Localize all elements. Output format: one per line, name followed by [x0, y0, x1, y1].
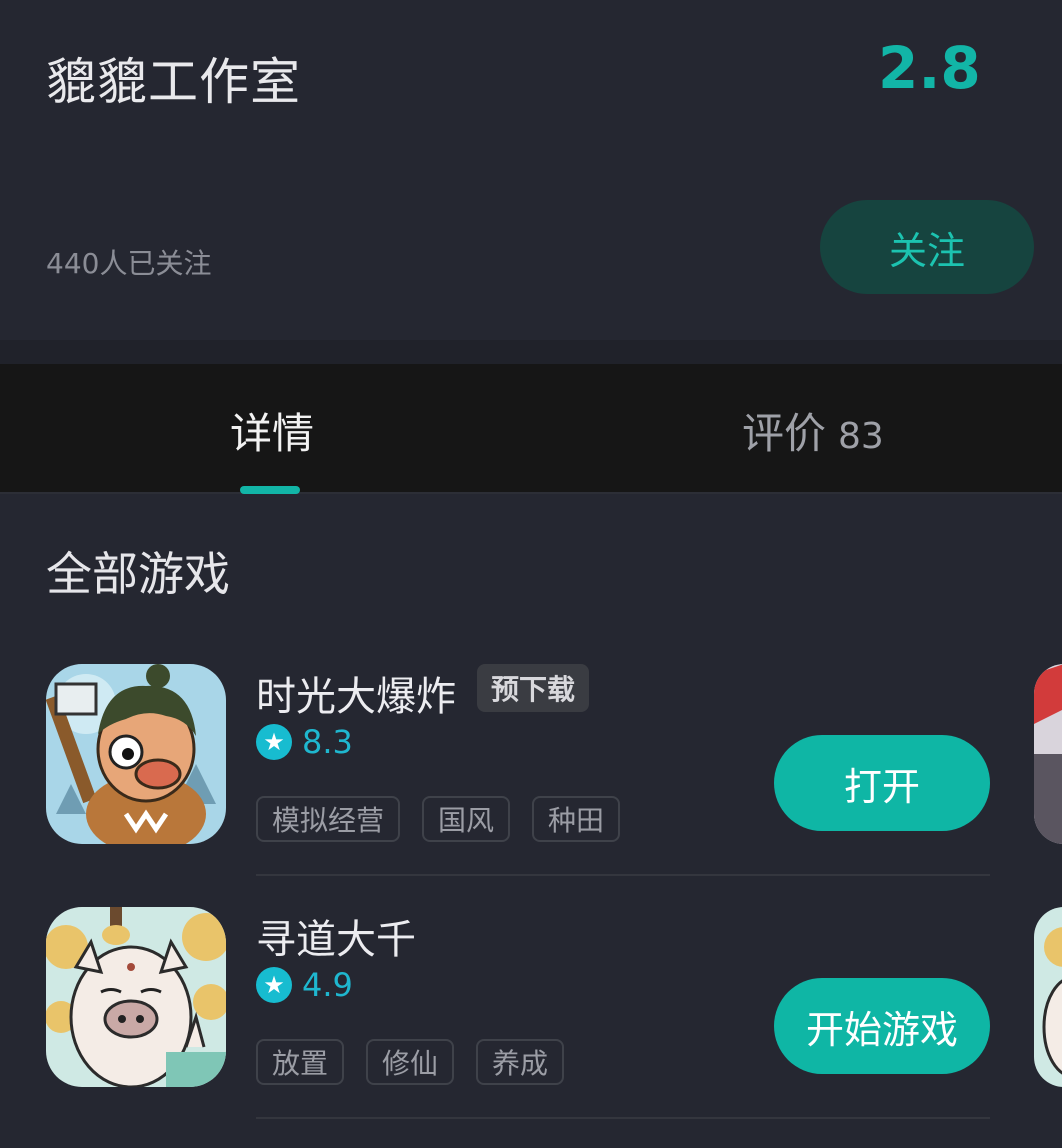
game-tag[interactable]: 修仙	[366, 1039, 455, 1085]
studio-name: 貔貔工作室	[46, 53, 301, 111]
game-name: 寻道大千	[256, 917, 416, 963]
caveman-game-icon[interactable]	[46, 664, 226, 844]
active-tab-indicator	[240, 486, 300, 494]
pre-download-badge: 预下载	[477, 664, 590, 712]
game-tag[interactable]: 养成	[476, 1039, 565, 1085]
tab-reviews-count: 83	[838, 416, 884, 457]
next-card-peek-icon[interactable]	[1034, 907, 1062, 1087]
game-tags: 模拟经营 国风 种田	[256, 796, 642, 842]
section-gap	[0, 340, 1062, 364]
studio-score: 2.8	[878, 34, 981, 102]
follow-button[interactable]: 关注	[820, 200, 1034, 294]
studio-header: 貔貔工作室 2.8 440人已关注 关注	[0, 0, 1062, 340]
rating-value: 8.3	[302, 723, 353, 761]
game-rating: ★ 8.3	[256, 722, 353, 762]
game-list-item[interactable]: 寻道大千 ★ 4.9 放置 修仙 养成 开始游戏	[0, 903, 1062, 1123]
game-rating: ★ 4.9	[256, 965, 353, 1005]
game-tag[interactable]: 国风	[422, 796, 511, 842]
followers-count: 440人已关注	[46, 247, 212, 280]
star-icon: ★	[256, 967, 292, 1003]
game-name: 时光大爆炸	[256, 674, 456, 720]
tab-bar: 详情 评价 83	[0, 364, 1062, 494]
game-tag[interactable]: 模拟经营	[256, 796, 401, 842]
tab-details[interactable]: 详情	[230, 400, 314, 461]
game-tag[interactable]: 放置	[256, 1039, 345, 1085]
start-game-button[interactable]: 开始游戏	[774, 978, 990, 1074]
game-tag[interactable]: 种田	[532, 796, 621, 842]
game-tags: 放置 修仙 养成	[256, 1039, 586, 1085]
pig-immortal-game-icon[interactable]	[46, 907, 226, 1087]
rating-value: 4.9	[302, 966, 353, 1004]
next-card-peek-icon[interactable]	[1034, 664, 1062, 844]
section-title: 全部游戏	[46, 547, 230, 601]
tab-reviews-label: 评价	[742, 409, 827, 458]
star-icon: ★	[256, 724, 292, 760]
row-divider	[256, 874, 990, 876]
tab-reviews[interactable]: 评价 83	[742, 400, 884, 461]
row-divider	[256, 1117, 990, 1119]
open-game-button[interactable]: 打开	[774, 735, 990, 831]
tab-details-label: 详情	[230, 409, 315, 458]
game-list-item[interactable]: 时光大爆炸 预下载 ★ 8.3 模拟经营 国风 种田 打开	[0, 660, 1062, 880]
